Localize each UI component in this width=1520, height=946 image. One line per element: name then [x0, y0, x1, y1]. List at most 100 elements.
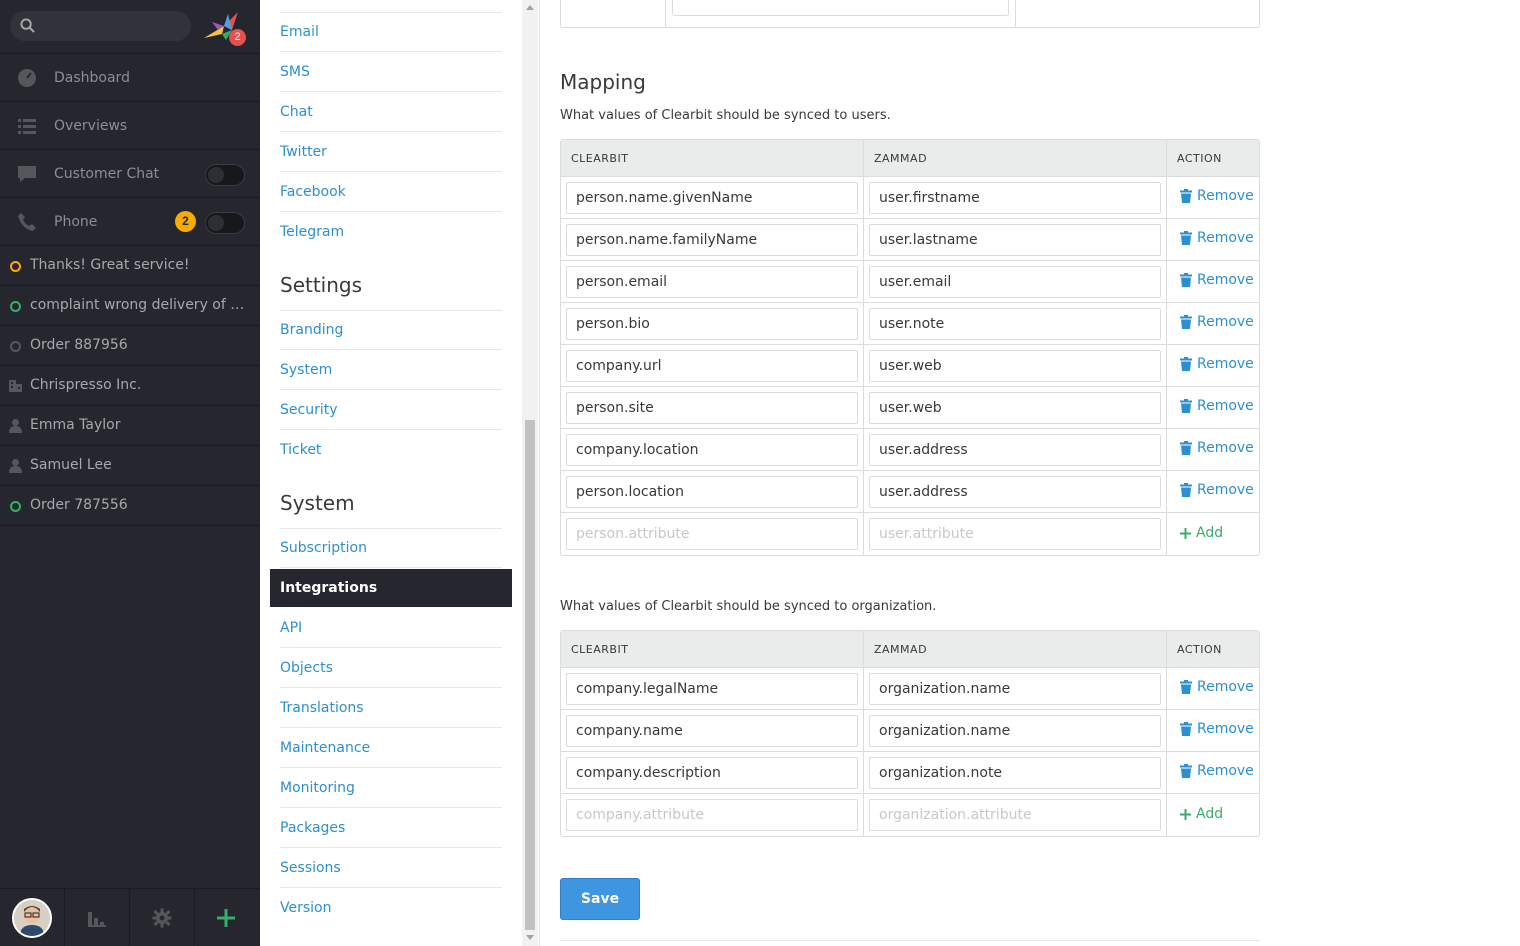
plus-icon: [217, 909, 235, 927]
menu-item-ticket[interactable]: Ticket: [280, 430, 502, 470]
remove-button[interactable]: Remove: [1172, 679, 1254, 695]
task-item[interactable]: Samuel Lee: [0, 446, 260, 486]
menu-item-twitter[interactable]: Twitter: [280, 132, 502, 172]
menu-item-api[interactable]: API: [280, 608, 502, 648]
search-row: 2: [0, 0, 260, 54]
nav-customer-chat[interactable]: Customer Chat: [0, 150, 260, 198]
remove-label: Remove: [1196, 398, 1254, 414]
remove-button[interactable]: Remove: [1172, 230, 1254, 246]
menu-item-email[interactable]: Email: [280, 12, 502, 52]
zammad-field[interactable]: [869, 181, 1161, 214]
task-item[interactable]: Order 887956: [0, 326, 260, 366]
nav-overviews[interactable]: Overviews: [0, 102, 260, 150]
menu-item-subscription[interactable]: Subscription: [280, 528, 502, 568]
menu-item-maintenance[interactable]: Maintenance: [280, 728, 502, 768]
scrollbar-thumb[interactable]: [525, 420, 535, 930]
clearbit-field[interactable]: [566, 223, 858, 256]
trash-icon: [1179, 273, 1192, 287]
notification-badge[interactable]: 2: [229, 29, 246, 46]
ticket-open-icon: [10, 261, 21, 272]
task-label: Emma Taylor: [30, 417, 121, 433]
avatar-cell[interactable]: [0, 889, 65, 946]
menu-item-system[interactable]: System: [280, 350, 502, 390]
menu-item-monitoring[interactable]: Monitoring: [280, 768, 502, 808]
zammad-field[interactable]: [869, 391, 1161, 424]
zammad-field[interactable]: [869, 714, 1161, 747]
remove-button[interactable]: Remove: [1172, 188, 1254, 204]
menu-heading-system: System: [280, 491, 355, 515]
add-button[interactable]: Add: [1172, 525, 1223, 541]
zammad-cell: [863, 177, 1166, 219]
menu-item-security[interactable]: Security: [280, 390, 502, 430]
zammad-field[interactable]: [869, 433, 1161, 466]
clearbit-field[interactable]: [566, 475, 858, 508]
menu-item-version[interactable]: Version: [280, 888, 502, 928]
task-item[interactable]: complaint wrong delivery of order: [0, 286, 260, 326]
task-item[interactable]: Chrispresso Inc.: [0, 366, 260, 406]
config-select[interactable]: [672, 0, 1009, 16]
menu-scrollbar[interactable]: [522, 0, 538, 946]
customer-chat-toggle[interactable]: [205, 164, 245, 186]
task-item[interactable]: Thanks! Great service!: [0, 246, 260, 286]
clearbit-field[interactable]: [566, 349, 858, 382]
phone-toggle[interactable]: [205, 212, 245, 234]
reporting-cell[interactable]: [65, 889, 130, 946]
new-clearbit-field[interactable]: [566, 518, 858, 550]
clearbit-field[interactable]: [566, 181, 858, 214]
menu-item-objects[interactable]: Objects: [280, 648, 502, 688]
zammad-field[interactable]: [869, 223, 1161, 256]
action-cell: Remove: [1165, 387, 1259, 429]
menu-item-telegram[interactable]: Telegram: [280, 212, 502, 252]
menu-item-branding[interactable]: Branding: [280, 310, 502, 350]
new-cell[interactable]: [195, 889, 260, 946]
remove-button[interactable]: Remove: [1172, 721, 1254, 737]
task-label: Thanks! Great service!: [30, 257, 190, 273]
menu-item-chat[interactable]: Chat: [280, 92, 502, 132]
clearbit-field[interactable]: [566, 672, 858, 705]
scroll-down-arrow-icon[interactable]: [526, 935, 534, 940]
nav-dashboard[interactable]: Dashboard: [0, 54, 260, 102]
remove-button[interactable]: Remove: [1172, 440, 1254, 456]
task-item[interactable]: Emma Taylor: [0, 406, 260, 446]
zammad-field[interactable]: [869, 307, 1161, 340]
scroll-up-arrow-icon[interactable]: [526, 5, 534, 10]
avatar[interactable]: [12, 898, 52, 938]
menu-item-sessions[interactable]: Sessions: [280, 848, 502, 888]
remove-label: Remove: [1196, 272, 1254, 288]
remove-label: Remove: [1196, 230, 1254, 246]
clearbit-field[interactable]: [566, 714, 858, 747]
menu-item-packages[interactable]: Packages: [280, 808, 502, 848]
column-header-clearbit: CLEARBIT: [561, 140, 863, 177]
settings-cell[interactable]: [130, 889, 195, 946]
clearbit-field[interactable]: [566, 433, 858, 466]
task-label: Chrispresso Inc.: [30, 377, 142, 393]
remove-button[interactable]: Remove: [1172, 314, 1254, 330]
zammad-field[interactable]: [869, 349, 1161, 382]
remove-button[interactable]: Remove: [1172, 356, 1254, 372]
clearbit-field[interactable]: [566, 391, 858, 424]
clearbit-field[interactable]: [566, 265, 858, 298]
menu-item-sms[interactable]: SMS: [280, 52, 502, 92]
clearbit-field[interactable]: [566, 756, 858, 789]
nav-phone[interactable]: Phone 2: [0, 198, 260, 246]
add-button[interactable]: Add: [1172, 806, 1223, 822]
new-zammad-field[interactable]: [869, 518, 1161, 550]
zammad-field[interactable]: [869, 265, 1161, 298]
remove-button[interactable]: Remove: [1172, 482, 1254, 498]
clearbit-field[interactable]: [566, 307, 858, 340]
search-input[interactable]: [10, 11, 191, 41]
new-zammad-field[interactable]: [869, 799, 1161, 831]
remove-label: Remove: [1196, 721, 1254, 737]
remove-button[interactable]: Remove: [1172, 398, 1254, 414]
remove-button[interactable]: Remove: [1172, 272, 1254, 288]
zammad-field[interactable]: [869, 672, 1161, 705]
menu-item-translations[interactable]: Translations: [280, 688, 502, 728]
new-clearbit-field[interactable]: [566, 799, 858, 831]
menu-item-integrations[interactable]: Integrations: [270, 569, 512, 607]
remove-button[interactable]: Remove: [1172, 763, 1254, 779]
save-button[interactable]: Save: [560, 878, 640, 920]
zammad-field[interactable]: [869, 475, 1161, 508]
zammad-field[interactable]: [869, 756, 1161, 789]
task-item[interactable]: Order 787556: [0, 486, 260, 526]
menu-item-facebook[interactable]: Facebook: [280, 172, 502, 212]
